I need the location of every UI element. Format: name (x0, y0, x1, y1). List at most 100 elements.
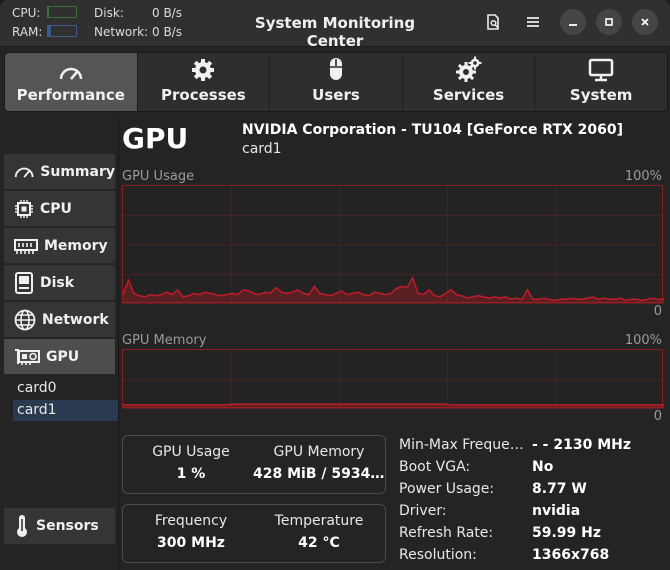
info-key: Refresh Rate: (399, 525, 494, 541)
gpu-memory-stat-value: 428 MiB / 5934 … (253, 466, 385, 482)
close-button[interactable] (632, 9, 658, 35)
temperature-stat-label: Temperature (274, 513, 364, 529)
gpu-usage-stat-label: GPU Usage (152, 444, 230, 460)
disk-mini-value: 0 B/s (152, 6, 182, 20)
cpu-mini-bar (47, 6, 77, 18)
gpu-memory-graph (122, 349, 664, 409)
sidebar-item-label: Memory (44, 237, 108, 254)
menu-button[interactable] (520, 9, 546, 35)
frequency-stat-value: 300 MHz (157, 535, 225, 551)
memory-icon (14, 238, 38, 254)
globe-icon (14, 309, 36, 330)
gear-icon (192, 59, 215, 81)
sidebar-item-network[interactable]: Network (4, 302, 115, 338)
graph-memory-label: GPU Memory (122, 333, 207, 348)
sidebar-item-label: Sensors (36, 518, 99, 534)
cpu-mini-label: CPU: (12, 6, 41, 20)
mouse-icon (329, 58, 342, 80)
graph-usage-max: 100% (624, 169, 662, 184)
info-key: Min-Max Frequen… (399, 437, 529, 453)
clock-stats-box: Frequency 300 MHz Temperature 42 °C (122, 504, 386, 563)
tab-system[interactable]: System (535, 53, 667, 111)
sidebar-item-label: GPU (46, 348, 80, 365)
info-value: 1366x768 (532, 547, 610, 563)
sidebar-item-memory[interactable]: Memory (4, 228, 115, 264)
sidebar: Summary CPU Memory Disk Network GPU card… (4, 154, 119, 545)
minimize-icon (569, 24, 577, 26)
sidebar-separator (118, 118, 119, 570)
thermometer-icon (17, 515, 27, 537)
graph-memory-min: 0 (653, 409, 662, 424)
device-item-card0[interactable]: card0 (13, 378, 119, 399)
export-button[interactable] (480, 9, 506, 35)
tab-processes[interactable]: Processes (138, 53, 271, 111)
disk-icon (15, 271, 33, 294)
gpu-usage-stat: GPU Usage 1 % (125, 444, 257, 482)
cpu-mini-fill (48, 7, 49, 17)
minimize-button[interactable] (560, 9, 586, 35)
frequency-stat: Frequency 300 MHz (125, 513, 257, 551)
info-value: - - 2130 MHz (532, 437, 632, 453)
gpu-usage-stat-value: 1 % (176, 466, 206, 482)
hamburger-icon (527, 17, 539, 27)
gpu-icon (15, 348, 40, 365)
tab-users[interactable]: Users (270, 53, 403, 111)
ram-mini-label: RAM: (12, 25, 43, 39)
gpu-memory-stat-label: GPU Memory (273, 444, 365, 460)
ram-mini-fill (48, 26, 52, 36)
gpu-usage-graph (122, 185, 664, 304)
ram-mini-bar (47, 25, 77, 37)
sidebar-item-sensors[interactable]: Sensors (4, 508, 115, 545)
info-value: 8.77 W (532, 481, 587, 497)
info-value: 59.99 Hz (532, 525, 602, 541)
gpu-memory-chart (123, 350, 664, 409)
frequency-stat-label: Frequency (154, 513, 228, 529)
tab-users-label: Users (312, 86, 360, 104)
close-icon (641, 18, 649, 26)
temperature-stat-value: 42 °C (298, 535, 340, 551)
app-window: CPU: RAM: Disk: 0 B/s Network: 0 B/s Sys… (0, 0, 670, 570)
sidebar-item-gpu[interactable]: GPU (4, 339, 115, 375)
disk-mini-label: Disk: (94, 6, 124, 20)
speedometer-icon (59, 67, 83, 80)
info-value: nvidia (532, 503, 581, 519)
tab-performance[interactable]: Performance (5, 53, 138, 111)
info-key: Driver: (399, 503, 447, 519)
window-title: System Monitoring Center (254, 14, 416, 50)
tab-system-label: System (569, 86, 633, 104)
main-tabs: Performance Processes Users Services Sys… (4, 52, 668, 112)
sidebar-item-label: Summary (40, 163, 115, 180)
network-mini-label: Network: (94, 25, 149, 39)
tab-processes-label: Processes (161, 86, 246, 104)
sidebar-item-disk[interactable]: Disk (4, 265, 115, 301)
sidebar-item-label: Disk (40, 274, 75, 291)
sidebar-item-label: Network (42, 311, 109, 328)
device-item-card1[interactable]: card1 (13, 400, 119, 421)
gears-icon (455, 56, 482, 82)
graph-usage-label: GPU Usage (122, 169, 195, 184)
maximize-button[interactable] (596, 9, 622, 35)
chip-icon (15, 199, 33, 218)
page-title: GPU (122, 122, 189, 155)
info-key: Boot VGA: (399, 459, 471, 475)
temperature-stat: Temperature 42 °C (253, 513, 385, 551)
header-bar: CPU: RAM: Disk: 0 B/s Network: 0 B/s Sys… (0, 0, 670, 50)
monitor-icon (588, 58, 614, 82)
gpu-card-name: card1 (242, 141, 282, 157)
gpu-memory-stat: GPU Memory 428 MiB / 5934 … (253, 444, 385, 482)
tab-services-label: Services (432, 86, 505, 104)
graph-usage-min: 0 (653, 304, 662, 319)
series-line (123, 403, 664, 406)
sidebar-item-cpu[interactable]: CPU (4, 191, 115, 227)
info-key: Power Usage: (399, 481, 495, 497)
info-key: Resolution: (399, 547, 477, 563)
document-search-icon (487, 14, 499, 30)
graph-memory-max: 100% (624, 333, 662, 348)
sidebar-item-label: CPU (40, 200, 72, 217)
sidebar-item-summary[interactable]: Summary (4, 154, 115, 190)
tab-performance-label: Performance (16, 86, 125, 104)
tab-services[interactable]: Services (403, 53, 536, 111)
info-value: No (532, 459, 554, 475)
network-mini-value: 0 B/s (152, 25, 182, 39)
usage-stats-box: GPU Usage 1 % GPU Memory 428 MiB / 5934 … (122, 435, 386, 494)
